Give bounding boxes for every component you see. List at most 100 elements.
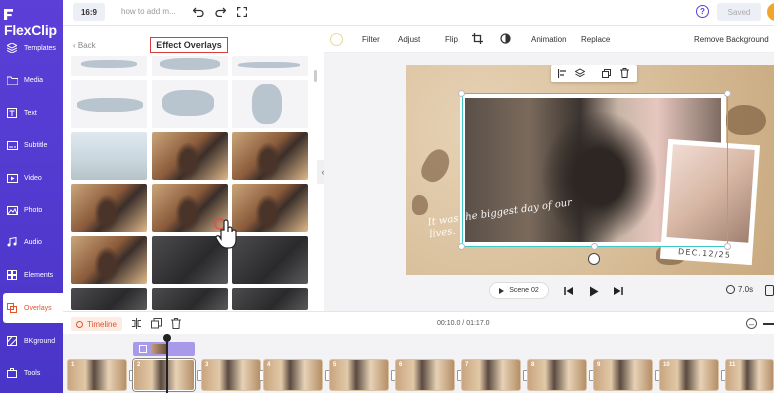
adjust-button[interactable]: Adjust: [398, 35, 420, 44]
sidebar-item-bkground[interactable]: BKground: [0, 326, 63, 356]
sidebar-item-audio[interactable]: Audio: [0, 227, 63, 257]
overlay-thumbnail[interactable]: [232, 184, 308, 232]
scene-clip[interactable]: 7: [461, 359, 521, 391]
paint-splatter: [726, 105, 766, 135]
avatar[interactable]: [767, 3, 774, 21]
resize-handle[interactable]: [458, 243, 465, 250]
overlay-thumbnail[interactable]: [71, 288, 147, 310]
overlay-thumbnail[interactable]: [152, 132, 228, 180]
back-button[interactable]: ‹ Back: [73, 41, 96, 50]
aspect-ratio-button[interactable]: 16:9: [73, 3, 105, 21]
fullscreen-icon[interactable]: [235, 5, 249, 19]
resize-handle[interactable]: [724, 243, 731, 250]
zoom-slider[interactable]: [763, 323, 774, 325]
top-bar: 16:9 how to add m... ? Saved: [63, 0, 774, 26]
overlay-thumbnail[interactable]: [232, 236, 308, 284]
redo-icon[interactable]: [213, 5, 227, 19]
sidebar-item-label: Tools: [24, 369, 41, 377]
scene-number: 6: [399, 362, 403, 368]
overlay-thumbnail[interactable]: [152, 80, 228, 128]
sidebar-item-subtitle[interactable]: Subtitle: [0, 130, 63, 160]
overlay-thumbnail[interactable]: [232, 56, 308, 76]
scene-number: 1: [71, 362, 75, 368]
folder-icon: [6, 75, 18, 85]
video-canvas[interactable]: DEC.12/25 It was the biggest day of our …: [406, 65, 774, 275]
flip-button[interactable]: Flip: [445, 35, 458, 44]
paint-splatter: [412, 195, 428, 215]
duplicate-icon[interactable]: [151, 318, 162, 329]
panel-title: Effect Overlays: [150, 37, 228, 53]
scene-clip[interactable]: 2: [133, 359, 195, 391]
align-icon[interactable]: [557, 68, 567, 78]
filter-button[interactable]: Filter: [362, 35, 380, 44]
time-readout: 00:10.0 / 01:17.0: [437, 320, 490, 327]
sidebar-item-label: Audio: [24, 238, 42, 246]
timeline-button[interactable]: Timeline: [71, 317, 122, 331]
overlay-thumbnail[interactable]: [71, 236, 147, 284]
scene-clip[interactable]: 10: [659, 359, 719, 391]
sidebar-item-label: Photo: [24, 206, 43, 214]
scene-number: 2: [137, 362, 141, 368]
remove-background-button[interactable]: Remove Background: [694, 35, 769, 44]
rotate-icon[interactable]: [588, 253, 600, 265]
effect-icon[interactable]: [330, 33, 343, 46]
scene-clip[interactable]: 1: [67, 359, 127, 391]
trash-icon[interactable]: [171, 318, 182, 329]
play-icon[interactable]: [589, 285, 599, 297]
scene-clip[interactable]: 11: [725, 359, 774, 391]
saved-button[interactable]: Saved: [717, 3, 761, 21]
timeline-toolbar: Timeline 00:10.0 / 01:17.0 –: [63, 311, 774, 334]
layout-icon[interactable]: [765, 285, 774, 296]
sidebar-item-tools[interactable]: Tools: [0, 358, 63, 388]
resize-handle[interactable]: [591, 243, 598, 250]
panel-scrollbar[interactable]: [314, 70, 317, 82]
playhead[interactable]: [163, 334, 171, 393]
sidebar-item-photo[interactable]: Photo: [0, 195, 63, 225]
split-icon[interactable]: [131, 318, 142, 329]
overlay-thumbnail[interactable]: [152, 56, 228, 76]
overlay-thumbnail[interactable]: [232, 288, 308, 310]
clock-icon: [726, 285, 735, 294]
project-name[interactable]: how to add m...: [121, 7, 176, 16]
overlay-thumbnail[interactable]: [71, 80, 147, 128]
duplicate-icon[interactable]: [601, 68, 611, 78]
overlay-thumbnail[interactable]: [71, 132, 147, 180]
overlay-thumbnail[interactable]: [152, 288, 228, 310]
scene-clip[interactable]: 8: [527, 359, 587, 391]
selection-box: [462, 93, 728, 247]
sidebar-item-text[interactable]: Text: [0, 98, 63, 128]
help-icon[interactable]: ?: [696, 5, 709, 18]
crop-icon[interactable]: [472, 33, 483, 46]
layers-icon[interactable]: [575, 68, 585, 78]
overlay-thumbnail[interactable]: [71, 56, 147, 76]
sidebar-item-templates[interactable]: Templates: [0, 33, 63, 63]
sidebar-item-elements[interactable]: Elements: [0, 260, 63, 290]
sidebar-item-media[interactable]: Media: [0, 65, 63, 95]
scene-clip[interactable]: 3: [201, 359, 261, 391]
next-icon[interactable]: [613, 285, 623, 297]
trash-icon[interactable]: [619, 68, 629, 78]
scene-label: Scene 02: [509, 287, 539, 294]
undo-icon[interactable]: [191, 5, 205, 19]
scene-clip[interactable]: 6: [395, 359, 455, 391]
sidebar-item-video[interactable]: Video: [0, 163, 63, 193]
play-scene-button[interactable]: Scene 02: [489, 282, 549, 299]
previous-icon[interactable]: [564, 285, 574, 297]
overlay-track-clip[interactable]: [133, 342, 195, 356]
replace-button[interactable]: Replace: [581, 35, 610, 44]
scene-duration[interactable]: 7.0s: [726, 285, 753, 294]
scene-clip[interactable]: 9: [593, 359, 653, 391]
scene-clip[interactable]: 4: [263, 359, 323, 391]
overlay-thumbnail[interactable]: [71, 184, 147, 232]
resize-handle[interactable]: [458, 90, 465, 97]
scene-clip[interactable]: 5: [329, 359, 389, 391]
sidebar-item-label: Text: [24, 109, 37, 117]
animation-button[interactable]: Animation: [531, 35, 567, 44]
resize-handle[interactable]: [724, 90, 731, 97]
overlay-thumbnail[interactable]: [232, 132, 308, 180]
color-adjust-icon[interactable]: [500, 33, 511, 46]
sidebar-item-overlays[interactable]: Overlays: [3, 293, 63, 323]
overlay-thumbnail[interactable]: [232, 80, 308, 128]
audio-icon: [6, 237, 18, 247]
zoom-out-button[interactable]: –: [746, 318, 757, 329]
